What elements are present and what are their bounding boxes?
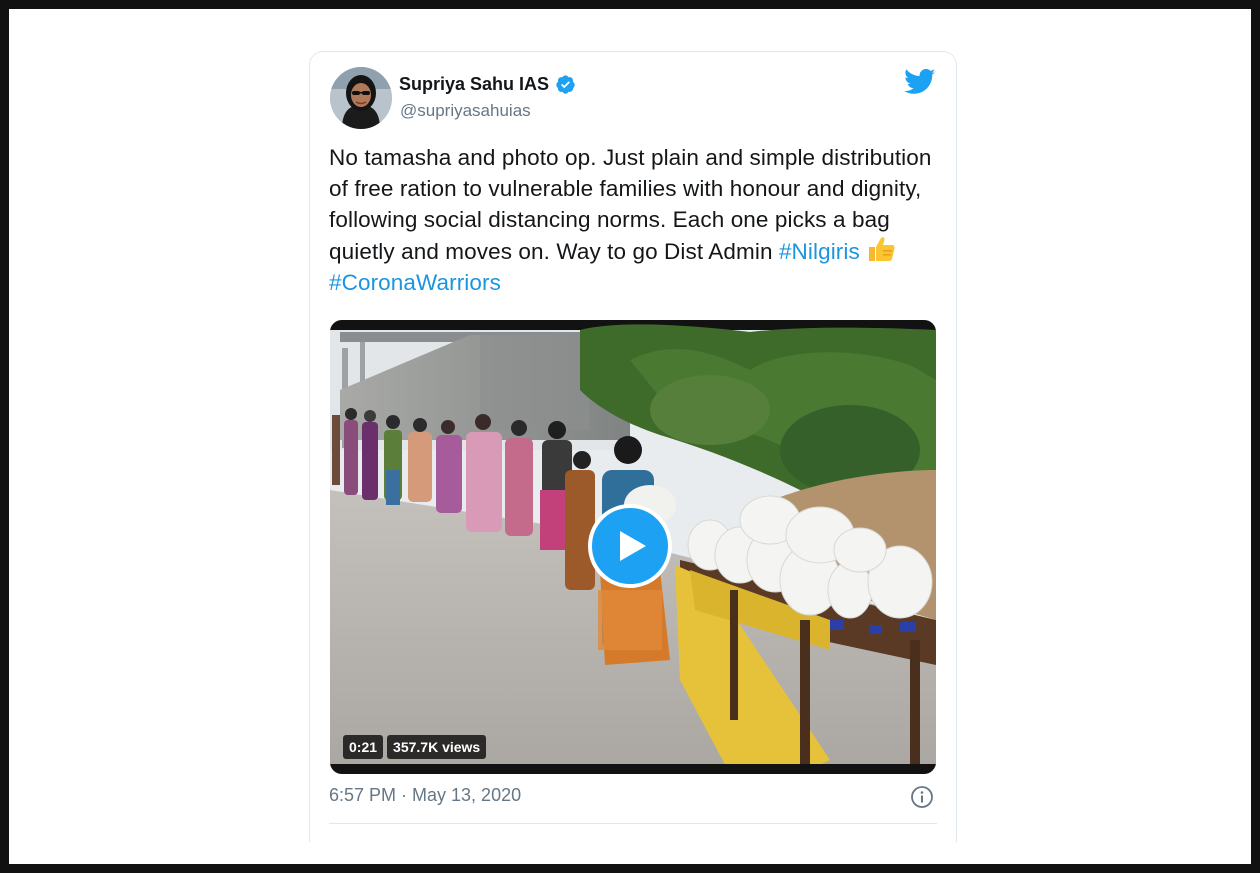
video-player[interactable]: 0:21 357.7K views: [330, 320, 936, 774]
tweet-divider: [329, 823, 937, 824]
author-handle[interactable]: @supriyasahuias: [400, 101, 531, 121]
video-badges: 0:21 357.7K views: [343, 735, 487, 759]
info-icon[interactable]: [910, 785, 934, 809]
screenshot-canvas: Supriya Sahu IAS @supriyasahuias No tama…: [9, 9, 1251, 864]
video-view-count: 357.7K views: [387, 735, 487, 759]
author-name-row[interactable]: Supriya Sahu IAS: [399, 74, 576, 95]
twitter-bird-icon[interactable]: [904, 68, 936, 96]
tweet-timestamp[interactable]: 6:57 PM · May 13, 2020: [329, 785, 521, 806]
tweet-text: No tamasha and photo op. Just plain and …: [329, 142, 939, 298]
hashtag-nilgiris[interactable]: #Nilgiris: [779, 239, 860, 264]
hashtag-coronawarriors[interactable]: #CoronaWarriors: [329, 270, 501, 295]
play-button[interactable]: [588, 504, 672, 588]
author-name[interactable]: Supriya Sahu IAS: [399, 74, 549, 95]
video-duration: 0:21: [343, 735, 384, 759]
play-icon: [620, 531, 646, 561]
author-avatar[interactable]: [330, 67, 392, 129]
thumbs-up-emoji-icon: [869, 237, 895, 261]
verified-badge-icon: [556, 75, 575, 94]
tweet-card: Supriya Sahu IAS @supriyasahuias No tama…: [309, 51, 957, 842]
